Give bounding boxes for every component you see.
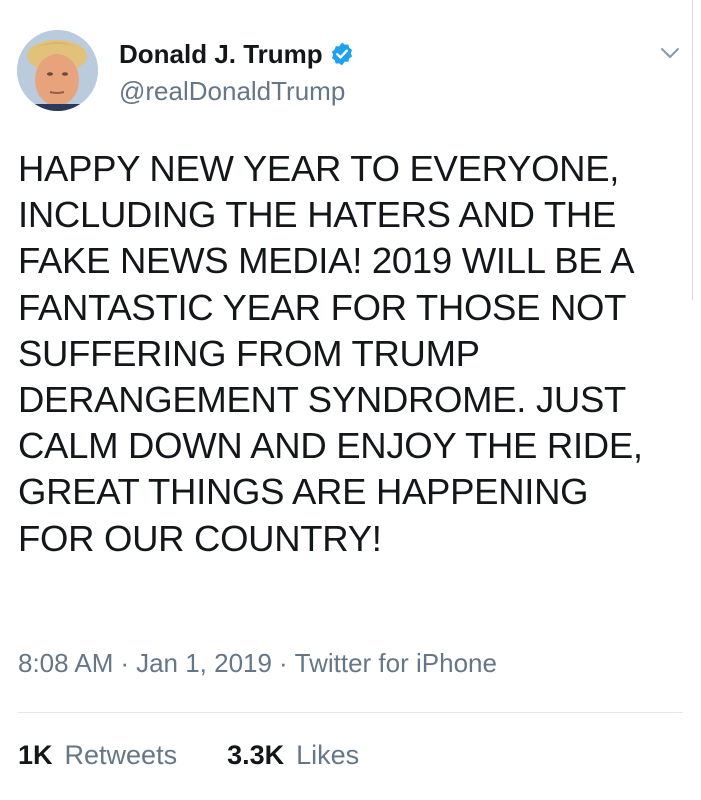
avatar-image [17,30,98,111]
tweet-meta: 8:08 AM · Jan 1, 2019 · Twitter for iPhone [18,648,497,679]
scroll-edge [692,0,693,300]
retweets-label: Retweets [64,740,178,770]
name-row: Donald J. Trump [119,36,355,72]
likes-label: Likes [296,740,360,770]
tweet-card: Donald J. Trump @realDonaldTrump HAPPY N… [0,0,701,800]
likes-count: 3.3K [227,740,285,770]
tweet-header: Donald J. Trump @realDonaldTrump [17,30,687,120]
tweet-stats: 1K Retweets 3.3K Likes [18,740,359,771]
meta-separator: · [120,648,130,678]
tweet-source[interactable]: Twitter for iPhone [295,648,497,678]
meta-separator: · [278,648,288,678]
display-name[interactable]: Donald J. Trump [119,39,323,70]
chevron-down-icon[interactable] [655,38,685,68]
author-info: Donald J. Trump @realDonaldTrump [119,36,355,107]
divider [18,712,683,713]
avatar[interactable] [17,30,98,111]
retweets-count: 1K [18,740,53,770]
tweet-date[interactable]: Jan 1, 2019 [136,648,272,678]
likes-stat[interactable]: 3.3K Likes [227,740,359,771]
tweet-text: HAPPY NEW YEAR TO EVERYONE, INCLUDING TH… [18,148,643,559]
verified-badge-icon [331,42,352,66]
user-handle[interactable]: @realDonaldTrump [119,76,355,107]
tweet-time[interactable]: 8:08 AM [18,648,113,678]
retweets-stat[interactable]: 1K Retweets [18,740,177,771]
